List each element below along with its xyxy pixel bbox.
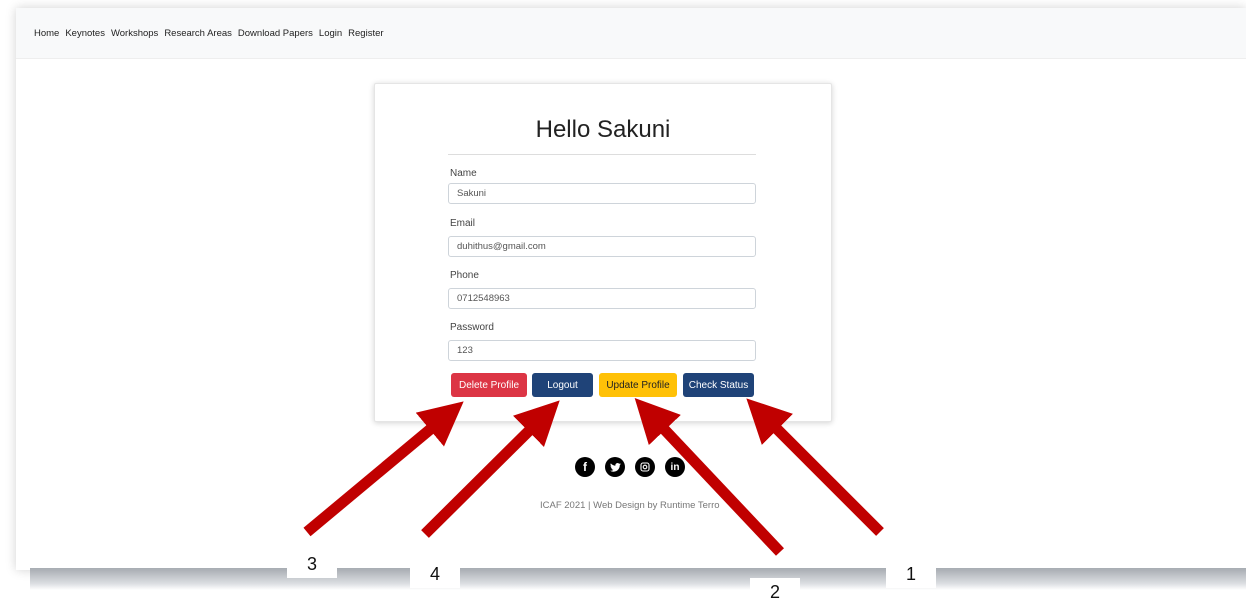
arrow-2: [634, 397, 785, 556]
annotation-arrows: [303, 397, 884, 556]
marker-4: 4: [410, 560, 460, 588]
arrow-1: [746, 398, 884, 536]
arrow-3: [303, 401, 464, 537]
marker-3: 3: [287, 550, 337, 578]
marker-1: 1: [886, 560, 936, 588]
marker-2: 2: [750, 578, 800, 606]
arrow-4: [421, 400, 560, 538]
